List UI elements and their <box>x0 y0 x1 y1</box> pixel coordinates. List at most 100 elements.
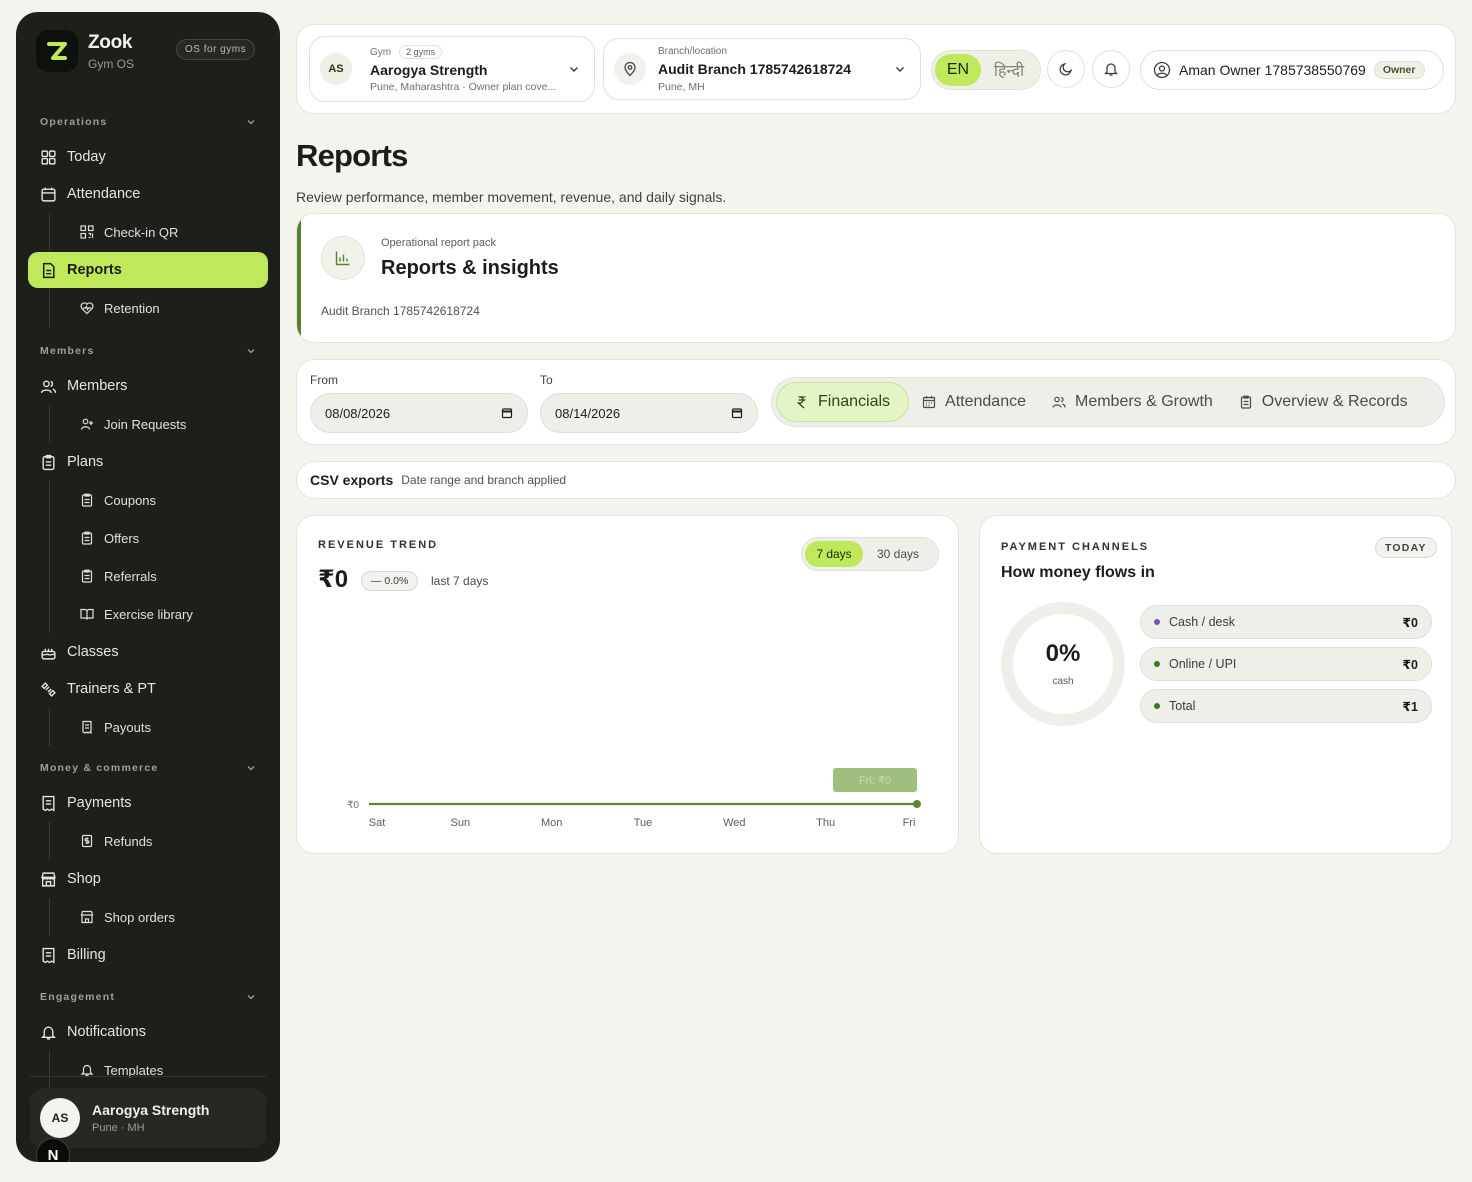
sidebar-item-offers[interactable]: Offers <box>28 519 268 557</box>
theme-toggle-button[interactable] <box>1047 50 1085 88</box>
csv-title: CSV exports <box>310 472 394 488</box>
store-icon <box>80 910 94 924</box>
tab-label: Financials <box>818 393 891 410</box>
user-plus-icon <box>80 418 93 430</box>
sidebar-item-retention[interactable]: Retention <box>28 289 268 327</box>
notifications-button[interactable] <box>1092 50 1130 88</box>
section-engagement[interactable]: Engagement <box>28 981 268 1013</box>
user-menu[interactable]: Aman Owner 1785738550769 Owner <box>1140 50 1444 90</box>
x-tick-label: Thu <box>816 817 835 829</box>
tab-financials[interactable]: Financials <box>776 382 910 422</box>
to-date-input[interactable]: 08/14/2026 <box>540 393 758 433</box>
language-hi-button[interactable]: हिन्दी <box>981 54 1037 86</box>
sidebar-item-label: Payouts <box>104 719 151 735</box>
gym-description: Pune, Maharashtra · Owner plan cove... <box>370 81 557 93</box>
range-7-days-button[interactable]: 7 days <box>805 541 863 567</box>
tab-attendance[interactable]: Attendance <box>909 382 1039 422</box>
from-date-input[interactable]: 08/08/2026 <box>310 393 528 433</box>
chart-tooltip-text: Fri: ₹0 <box>859 775 891 787</box>
x-tick-label: Sat <box>369 817 386 829</box>
sidebar-item-referrals[interactable]: Referrals <box>28 557 268 595</box>
users-icon <box>40 379 57 393</box>
clipboard-icon <box>42 454 55 470</box>
csv-exports-bar[interactable]: CSV exports Date range and branch applie… <box>296 461 1456 499</box>
page-title: Reports <box>296 138 408 173</box>
workspace-name: Aarogya Strength <box>92 1102 210 1118</box>
x-tick-label: Tue <box>634 817 653 829</box>
report-pack-card: Operational report pack Reports & insigh… <box>296 213 1456 343</box>
sidebar-item-label: Shop orders <box>104 909 175 925</box>
section-members[interactable]: Members <box>28 335 268 367</box>
tab-members-growth[interactable]: Members & Growth <box>1039 382 1226 422</box>
avatar: AS <box>40 1098 80 1138</box>
revenue-delta-badge: — 0.0% <box>361 571 419 591</box>
receipt-icon <box>42 795 55 812</box>
sidebar-item-label: Attendance <box>67 186 141 202</box>
heart-pulse-icon <box>80 302 94 315</box>
tab-label: Members & Growth <box>1074 393 1213 410</box>
pack-branch: Audit Branch 1785742618724 <box>321 304 480 318</box>
user-name: Aman Owner 1785738550769 <box>1179 62 1366 78</box>
revenue-value: ₹0 <box>318 566 349 593</box>
sidebar-item-label: Coupons <box>104 492 157 508</box>
sidebar-item-label: Offers <box>104 530 140 546</box>
sidebar-item-templates[interactable]: Templates <box>28 1051 268 1089</box>
revenue-period: last 7 days <box>431 574 489 588</box>
sidebar-item-notifications[interactable]: Notifications <box>28 1014 268 1050</box>
top-bar: AS Gym 2 gyms Aarogya Strength Pune, Mah… <box>296 24 1456 114</box>
sidebar-item-reports[interactable]: Reports <box>28 252 268 288</box>
brand[interactable]: Zook Gym OS <box>36 30 134 72</box>
calendar-icon <box>922 396 936 409</box>
payment-kicker: PAYMENT CHANNELS <box>1001 541 1150 553</box>
sidebar-item-billing[interactable]: Billing <box>28 937 268 973</box>
channel-label: Total <box>1169 699 1196 713</box>
gym-name: Aarogya Strength <box>370 62 488 78</box>
sidebar-item-shop[interactable]: Shop <box>28 861 268 897</box>
sidebar-item-label: Plans <box>67 454 104 470</box>
tab-label: Overview & Records <box>1261 393 1408 410</box>
receipt-icon <box>42 947 55 964</box>
sidebar-item-label: Today <box>67 149 106 165</box>
channel-row: Total ₹1 <box>1140 689 1432 723</box>
role-badge: Owner <box>1373 61 1425 79</box>
sidebar-item-classes[interactable]: Classes <box>28 634 268 670</box>
data-point-fri[interactable] <box>913 800 921 808</box>
range-30-days-button[interactable]: 30 days <box>863 541 933 567</box>
language-en-button[interactable]: EN <box>935 54 981 86</box>
sidebar-item-join-requests[interactable]: Join Requests <box>28 405 268 443</box>
sidebar-item-checkin-qr[interactable]: Check-in QR <box>28 213 268 251</box>
x-tick-label: Wed <box>723 817 745 829</box>
bar-chart-icon <box>321 236 365 280</box>
sidebar-item-coupons[interactable]: Coupons <box>28 481 268 519</box>
sidebar-item-payments[interactable]: Payments <box>28 785 268 821</box>
clipboard-icon <box>81 531 93 545</box>
gym-avatar: AS <box>320 53 352 85</box>
channel-amount: ₹1 <box>1402 699 1418 714</box>
bell-icon <box>1103 63 1119 76</box>
receipt-dollar-icon <box>81 834 93 848</box>
gym-count-badge: 2 gyms <box>399 45 443 59</box>
range-toggle: 7 days 30 days <box>801 537 939 571</box>
sidebar-item-members[interactable]: Members <box>28 368 268 404</box>
sidebar-item-attendance[interactable]: Attendance <box>28 176 268 212</box>
branch-selector[interactable]: Branch/location Audit Branch 17857426187… <box>603 38 921 100</box>
gym-selector[interactable]: AS Gym 2 gyms Aarogya Strength Pune, Mah… <box>309 36 595 102</box>
x-tick-label: Sun <box>451 817 471 829</box>
sidebar-item-exercise-library[interactable]: Exercise library <box>28 595 268 633</box>
sidebar-item-plans[interactable]: Plans <box>28 444 268 480</box>
sidebar-item-refunds[interactable]: Refunds <box>28 822 268 860</box>
tab-overview-records[interactable]: Overview & Records <box>1226 382 1421 422</box>
workspace-switcher[interactable]: AS Aarogya Strength Pune · MH <box>30 1088 266 1148</box>
to-label: To <box>540 373 553 387</box>
sidebar-item-trainers[interactable]: Trainers & PT <box>28 671 268 707</box>
sidebar-item-today[interactable]: Today <box>28 139 268 175</box>
csv-note: Date range and branch applied <box>401 473 567 487</box>
section-operations[interactable]: Operations <box>28 106 268 138</box>
revenue-kicker: REVENUE TREND <box>318 539 439 551</box>
x-tick-label: Fri <box>903 817 916 829</box>
sidebar-item-shop-orders[interactable]: Shop orders <box>28 898 268 936</box>
channel-row: Cash / desk ₹0 <box>1140 605 1432 639</box>
gym-label: Gym <box>370 46 392 58</box>
sidebar-item-payouts[interactable]: Payouts <box>28 708 268 746</box>
section-money[interactable]: Money & commerce <box>28 752 268 784</box>
